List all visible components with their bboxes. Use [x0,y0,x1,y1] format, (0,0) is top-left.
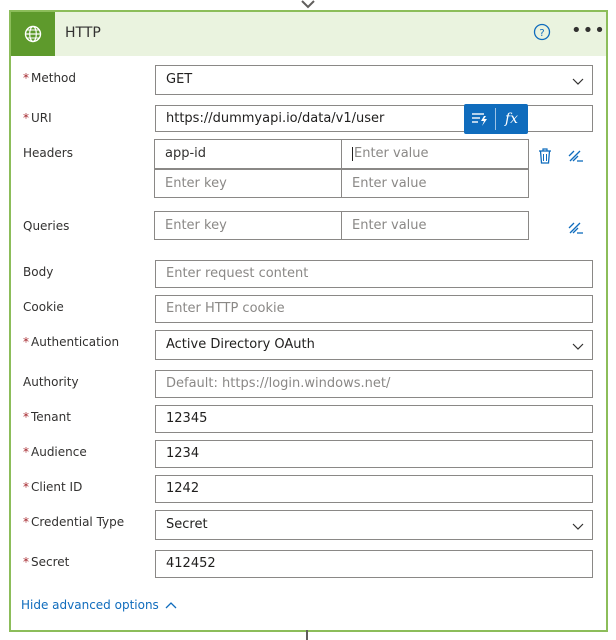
dynamic-content-button[interactable] [464,104,495,134]
client-id-label: * Client ID [23,480,83,494]
more-options-icon[interactable]: ••• [571,22,606,40]
dynamic-content-icon [471,113,487,126]
hide-advanced-options-label: Hide advanced options [21,598,159,612]
audience-input[interactable]: 1234 [155,440,593,468]
method-dropdown[interactable]: GET [155,65,593,95]
dynamic-content-toolbar: fx [464,104,528,134]
method-label: * Method [23,71,77,85]
audience-label: * Audience [23,445,87,459]
header-value-input[interactable]: Enter value [341,139,529,169]
switch-to-text-mode-icon[interactable] [568,149,584,163]
http-action-card: HTTP ? ••• * Method GET * URI https://dumm… [9,10,608,632]
chevron-up-icon [165,602,177,609]
card-title: HTTP [65,25,101,41]
chevron-down-icon [572,523,584,530]
chevron-down-icon [572,343,584,350]
help-icon[interactable]: ? [533,23,551,41]
header-key-input[interactable]: Enter key [154,169,342,198]
credential-type-dropdown[interactable]: Secret [155,510,593,540]
cookie-label: Cookie [23,300,64,314]
credential-type-label: * Credential Type [23,515,125,529]
body-label: Body [23,265,54,279]
authentication-dropdown[interactable]: Active Directory OAuth [155,330,593,360]
trash-icon[interactable] [537,147,553,165]
connector-line-bottom [306,630,308,640]
query-value-input[interactable]: Enter value [341,211,529,240]
authority-input[interactable]: Default: https://login.windows.net/ [155,370,593,398]
tenant-input[interactable]: 12345 [155,405,593,433]
authority-label: Authority [23,375,79,389]
expression-button[interactable]: fx [496,104,527,134]
uri-label: * URI [23,111,52,125]
tenant-label: * Tenant [23,410,71,424]
hide-advanced-options-link[interactable]: Hide advanced options [21,598,177,612]
switch-to-text-mode-icon[interactable] [568,221,584,235]
body-input[interactable]: Enter request content [155,260,593,288]
query-key-input[interactable]: Enter key [154,211,342,240]
cookie-input[interactable]: Enter HTTP cookie [155,295,593,323]
queries-label: Queries [23,219,70,233]
text-caret [352,146,353,161]
headers-label: Headers [23,146,73,160]
header-key-input[interactable]: app-id [154,139,342,169]
secret-label: * Secret [23,555,70,569]
svg-text:?: ? [539,28,544,39]
authentication-label: * Authentication [23,335,120,349]
fx-icon: fx [504,111,519,127]
connector-arrow-top [301,0,315,9]
globe-icon [11,12,55,56]
client-id-input[interactable]: 1242 [155,475,593,503]
secret-input[interactable]: 412452 [155,550,593,578]
header-value-input[interactable]: Enter value [341,169,529,198]
chevron-down-icon [572,78,584,85]
card-header[interactable]: HTTP ? ••• [11,12,606,56]
